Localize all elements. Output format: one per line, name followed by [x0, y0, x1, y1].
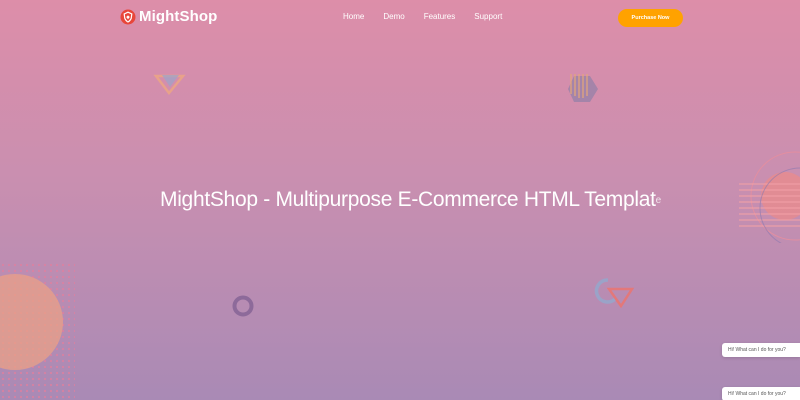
ring-decoration-icon — [232, 295, 254, 317]
triangle-decoration-icon — [153, 74, 186, 96]
nav-item-support[interactable]: Support — [474, 12, 502, 21]
nav-item-features[interactable]: Features — [424, 12, 456, 21]
chat-popup-message[interactable]: Hi! What can I do for you? — [722, 343, 800, 357]
dotted-circle-decoration-icon — [0, 262, 75, 400]
chat-message-text: Hi! What can I do for you? — [728, 347, 786, 353]
brand-name: MightShop — [139, 8, 218, 25]
hero-title-typing-char: e — [655, 194, 662, 206]
brand-logo[interactable]: MightShop — [120, 8, 217, 25]
triangle-ring-decoration-icon — [594, 278, 635, 309]
hero-title: MightShop - Multipurpose E-Commerce HTML… — [160, 188, 662, 212]
main-menu: Home Demo Features Support — [343, 12, 521, 21]
top-navbar: MightShop Home Demo Features Support Pur… — [0, 0, 800, 36]
hero-title-text: MightShop - Multipurpose E-Commerce HTML… — [160, 188, 656, 211]
nav-item-demo[interactable]: Demo — [383, 12, 404, 21]
chat-popup-message[interactable]: Hi! What can I do for you? — [722, 387, 800, 400]
chat-message-text: Hi! What can I do for you? — [728, 391, 786, 397]
striped-circle-decoration-icon — [739, 151, 800, 243]
purchase-now-button[interactable]: Purchase Now — [618, 9, 683, 27]
nav-item-home[interactable]: Home — [343, 12, 364, 21]
shield-logo-icon — [120, 9, 136, 24]
hexagon-decoration-icon — [568, 74, 598, 102]
